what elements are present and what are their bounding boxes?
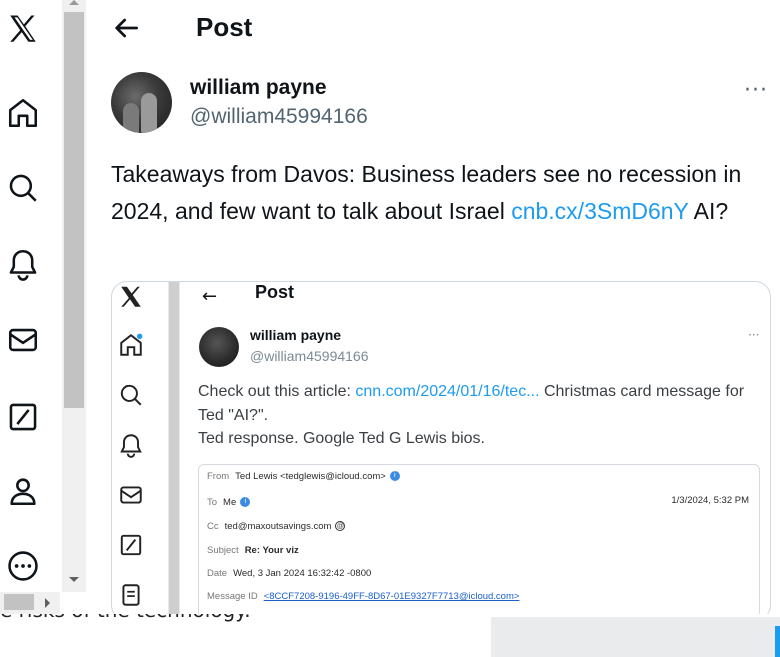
scrollbar-thumb[interactable] [64,12,84,408]
avatar-figure [123,103,139,133]
image-scrollbar [168,282,180,620]
back-arrow-icon[interactable] [110,12,142,44]
email-date-label: Date [207,568,228,579]
author-handle[interactable]: @william45994166 [190,105,368,129]
email-msgid-value: <8CCF7208-9196-49FF-8D67-01E9327F7713@ic… [263,591,520,602]
envelope-icon [8,328,38,352]
scroll-up-icon[interactable] [69,0,79,5]
profile-icon[interactable] [2,470,44,512]
email-msgid-row: Message ID <8CCF7208-9196-49FF-8D67-01E93… [207,591,519,602]
bell-icon [9,249,37,281]
image-post-line2: Ted response. Google Ted G Lewis bios. [198,430,485,447]
post-link[interactable]: cnb.cx/3SmD6nY [511,198,688,224]
image-more-icon: ··· [748,328,760,342]
search-icon[interactable] [2,167,44,209]
email-date-row: Date Wed, 3 Jan 2024 16:32:42 -0800 [207,568,371,579]
x-logo-icon [121,286,141,307]
email-to-label: To [207,497,218,508]
image-post-text: Check out this article: cnn.com/2024/01/… [198,380,758,451]
post-text-tail: AI? [688,198,729,224]
post-page: Post william payne @william45994166 ··· … [0,0,780,657]
image-author-handle: @william45994166 [250,348,369,364]
email-subject-value: Re: Your viz [244,545,299,556]
post-image[interactable]: ← Post william payne @william45994166 ··… [111,281,771,621]
horizontal-scrollbar-thumb[interactable] [4,594,34,610]
email-received-date: 1/3/2024, 5:32 PM [671,495,749,506]
email-from-row: From Ted Lewis <tedglewis@icloud.com> i [207,471,400,482]
home-icon [120,333,143,356]
email-cc-row: Cc ted@maxoutsavings.com @ [207,521,346,532]
person-icon [10,478,36,506]
scroll-down-icon[interactable] [69,577,79,582]
bell-icon [120,434,142,458]
search-icon [120,384,142,406]
image-post-link: cnn.com/2024/01/16/tec... [355,383,540,400]
grok-slash-icon [120,534,142,556]
x-logo-icon[interactable] [2,8,44,50]
image-author-name: william payne [250,327,342,343]
email-from-value: Ted Lewis <tedglewis@icloud.com> [235,471,386,482]
notifications-icon[interactable] [2,243,44,285]
info-icon: i [389,471,400,482]
image-back-arrow-icon: ← [202,286,218,307]
horizontal-scrollbar[interactable] [0,592,60,614]
home-icon[interactable] [2,92,44,134]
avatar-figure [141,93,157,133]
email-date-value: Wed, 3 Jan 2024 16:32:42 -0800 [233,568,372,579]
page-title: Post [196,12,253,42]
image-sidebar [112,282,167,620]
sidebar-nav [0,0,48,600]
email-from-label: From [207,471,230,482]
image-page-title: Post [255,282,295,302]
email-to-row: To Me i [207,497,251,508]
more-icon[interactable] [2,545,44,587]
email-header-box: From Ted Lewis <tedglewis@icloud.com> i To… [198,464,760,620]
home-icon-glyph [8,98,38,128]
messages-icon[interactable] [2,319,44,361]
post-text: Takeaways from Davos: Business leaders s… [111,156,751,230]
email-subject-row: Subject Re: Your viz [207,545,299,556]
search-icon-glyph [9,174,37,202]
email-to-value: Me [223,497,237,508]
info-icon: i [240,497,251,508]
bottom-gray-panel [491,617,780,657]
image-post-body: Check out this article: [198,383,356,400]
avatar[interactable] [111,72,172,133]
more-circle-icon [8,551,38,581]
grok-slash-icon [9,403,37,431]
email-cc-label: Cc [207,521,219,532]
more-options-button[interactable]: ··· [744,78,768,103]
contact-icon: @ [335,521,346,532]
grok-icon[interactable] [2,396,44,438]
author-name[interactable]: william payne [190,76,327,100]
vertical-scrollbar[interactable] [62,0,86,592]
bottom-accent-bar [775,626,780,657]
image-avatar [199,327,239,367]
email-msgid-label: Message ID [207,591,258,602]
scroll-right-icon[interactable] [45,598,50,608]
email-cc-value: ted@maxoutsavings.com [224,521,332,532]
x-logo-icon-glyph [10,15,36,42]
image-scrollbar-thumb [169,282,179,620]
lists-icon [122,584,140,606]
envelope-icon [120,486,142,504]
email-subject-label: Subject [207,545,239,556]
